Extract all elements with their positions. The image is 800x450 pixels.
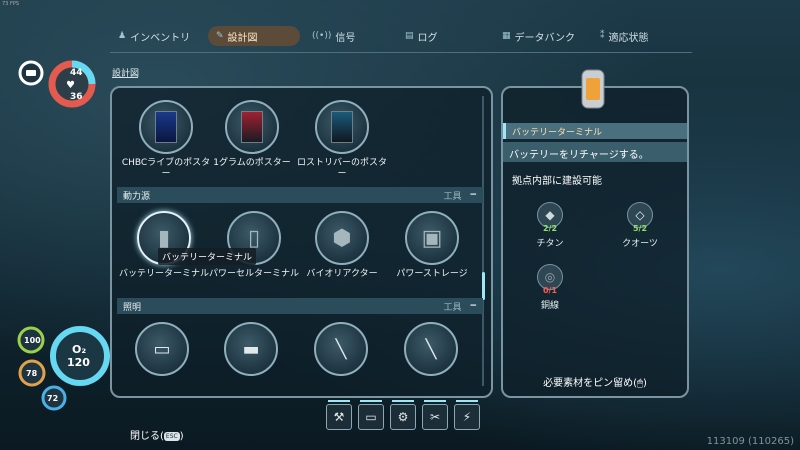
tab-log[interactable]: ▤ ログ	[397, 26, 446, 46]
repair-tool-icon: ⚙	[397, 410, 409, 424]
quickslot-laser-cutter[interactable]: ⚡	[454, 404, 480, 430]
blueprint-item-bioreactor[interactable]: ⬢ バイオリアクター	[297, 211, 387, 280]
blueprint-item-1gram-poster[interactable]: 1グラムのポスター	[207, 100, 297, 169]
strip-light-icon: ╲	[425, 338, 437, 360]
stat1-value: 100	[24, 336, 41, 345]
fps-counter: 73 FPS	[2, 1, 20, 7]
knife-icon: ✂	[429, 410, 441, 424]
ceiling-light-icon: ▬	[242, 338, 260, 360]
blueprint-item-lostriver-poster[interactable]: ロストリバーのポスター	[297, 100, 387, 180]
tank-icon	[26, 70, 36, 76]
tab-blueprints[interactable]: ✎ 設計図	[208, 26, 300, 46]
titanium-icon: ◆	[545, 208, 555, 222]
item-tooltip: バッテリーターミナル	[158, 248, 257, 265]
material-copper-wire: ◎ 0/1 銅線	[530, 264, 570, 311]
strip-light-icon: ╲	[335, 338, 347, 360]
databank-icon: ▦	[502, 31, 511, 41]
nav-divider	[110, 52, 692, 53]
quickslot-indicator	[424, 400, 446, 402]
detail-title: バッテリーターミナル	[503, 123, 687, 139]
copper-wire-icon: ◎	[544, 270, 556, 284]
bioreactor-icon: ⬢	[332, 225, 352, 251]
poster-icon	[155, 111, 177, 143]
scrollbar-track	[482, 96, 484, 386]
quickslot-knife[interactable]: ✂	[422, 404, 448, 430]
pin-materials-hint[interactable]: 必要素材をピン留め(🖱)	[512, 374, 678, 389]
powercell-terminal-icon: ▯	[247, 225, 261, 251]
category-header-lighting[interactable]: 照明 工具 −	[117, 298, 483, 314]
detail-build-location: 拠点内部に建設可能	[512, 176, 602, 187]
blueprint-item-chbc-poster[interactable]: CHBCライブのポスター	[121, 100, 211, 180]
quickslot-indicator	[360, 400, 382, 402]
collapse-icon[interactable]: −	[469, 190, 477, 200]
version-number: 113109 (110265)	[706, 436, 794, 447]
esc-key-icon: ESC	[163, 431, 180, 441]
quickslot-builder[interactable]: ⚒	[326, 404, 352, 430]
battery-terminal-icon: ▮	[157, 225, 171, 251]
blueprint-item-light-4[interactable]: ╲	[386, 322, 476, 376]
scrollbar-thumb[interactable]	[482, 272, 485, 300]
quickslot-repair-tool[interactable]: ⚙	[390, 404, 416, 430]
power-storage-icon: ▣	[421, 225, 443, 251]
material-titanium: ◆ 2/2 チタン	[530, 202, 570, 249]
blueprint-item-light-2[interactable]: ▬	[206, 322, 296, 376]
quickslot-scanner[interactable]: ▭	[358, 404, 384, 430]
quickslot-indicator	[328, 400, 350, 402]
oxygen-label: O₂	[72, 343, 87, 356]
top-nav: ♟ インベントリ ✎ 設計図 ((•)) 信号 ▤ ログ ▦ データバンク ⁑ 適応状態	[0, 26, 800, 48]
material-quartz: ◇ 5/2 クオーツ	[620, 202, 660, 249]
quartz-icon: ◇	[635, 208, 645, 222]
health-heart-icon: ♥	[66, 80, 75, 91]
hammer-icon: ⚒	[333, 410, 345, 424]
health-value: 44	[70, 68, 83, 78]
oxygen-value: 120	[67, 356, 90, 369]
tab-adaptation[interactable]: ⁑ 適応状態	[592, 26, 657, 46]
ceiling-light-icon: ▭	[153, 338, 171, 360]
breadcrumb-underline	[112, 77, 138, 78]
tab-databank[interactable]: ▦ データバンク	[494, 26, 583, 46]
blueprint-item-power-storage[interactable]: ▣ パワーストレージ	[387, 211, 477, 280]
signal-icon: ((•))	[312, 31, 332, 41]
stat2-value: 78	[26, 369, 38, 378]
scanner-icon: ▭	[365, 410, 377, 424]
poster-icon	[241, 111, 263, 143]
quickslot-indicator	[392, 400, 414, 402]
blueprint-item-powercell-terminal[interactable]: ▯ パワーセルターミナル	[209, 211, 299, 280]
close-button[interactable]: 閉じる(ESC)	[130, 427, 184, 442]
food-value: 36	[70, 92, 83, 102]
blueprint-icon: ✎	[216, 31, 224, 41]
stat3-value: 72	[47, 394, 59, 403]
tab-signals[interactable]: ((•)) 信号	[304, 26, 363, 46]
detail-description: バッテリーをリチャージする。	[503, 142, 687, 162]
category-header-power[interactable]: 動力源 工具 −	[117, 187, 483, 203]
person-icon: ♟	[118, 31, 127, 41]
blueprint-item-light-1[interactable]: ▭	[117, 322, 207, 376]
tab-inventory[interactable]: ♟ インベントリ	[110, 26, 198, 46]
dna-icon: ⁑	[600, 31, 605, 41]
battery-terminal-preview-icon	[581, 69, 605, 109]
blueprint-item-battery-terminal[interactable]: ▮ バッテリーターミナル	[119, 211, 209, 280]
collapse-icon[interactable]: −	[469, 301, 477, 311]
vitals-gauge: ♥	[18, 60, 96, 108]
mouse-icon: 🖱	[637, 378, 643, 389]
poster-icon	[331, 111, 353, 143]
blueprint-item-light-3[interactable]: ╲	[296, 322, 386, 376]
laser-cutter-icon: ⚡	[462, 410, 472, 424]
quickslot-indicator	[456, 400, 478, 402]
log-icon: ▤	[405, 31, 414, 41]
